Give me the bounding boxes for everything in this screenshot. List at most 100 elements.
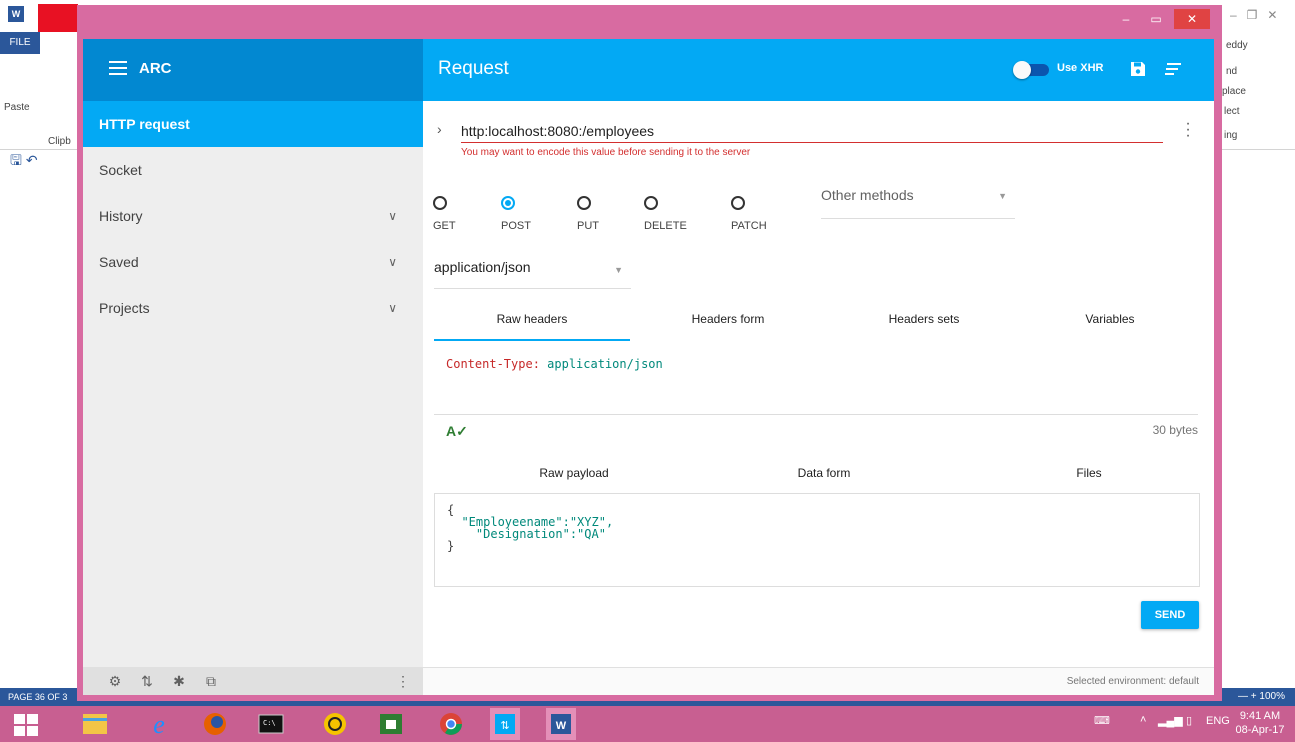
send-button[interactable]: SEND xyxy=(1141,601,1199,629)
close-button[interactable]: ✕ xyxy=(1174,9,1210,29)
word-file-tab[interactable]: FILE xyxy=(0,32,40,54)
chevron-right-icon[interactable]: › xyxy=(437,121,442,137)
tab-variables[interactable]: Variables xyxy=(1022,301,1198,341)
word-logo-icon[interactable]: W xyxy=(8,6,24,22)
arc-window: – ▭ ✕ ARC Request Use XHR HTTP request S… xyxy=(77,5,1222,701)
drawer-item-socket[interactable]: Socket xyxy=(83,147,423,193)
request-panel: › ··· You may want to encode this value … xyxy=(423,101,1214,695)
spellcheck-icon[interactable]: A✓ xyxy=(446,423,468,440)
ribbon-find[interactable]: nd xyxy=(1226,66,1237,77)
page-title: Request xyxy=(438,58,509,79)
drawer-item-saved[interactable]: Saved ∨ xyxy=(83,239,423,285)
store-icon[interactable] xyxy=(372,708,410,740)
paste-label[interactable]: Paste xyxy=(4,102,30,113)
word-red-tab xyxy=(38,4,78,32)
ribbon-replace[interactable]: place xyxy=(1222,86,1246,97)
content-type-value: application/json xyxy=(434,259,531,275)
windows-start-icon[interactable] xyxy=(14,714,38,736)
payload-line: } xyxy=(447,539,455,553)
command-prompt-icon[interactable]: C:\ xyxy=(252,708,290,740)
app-title: ARC xyxy=(139,60,172,77)
drawer-item-projects[interactable]: Projects ∨ xyxy=(83,285,423,331)
bug-icon[interactable]: ✱ xyxy=(171,673,187,689)
drawer-item-label: Saved xyxy=(99,254,139,270)
drawer-toolbar: ARC xyxy=(83,39,423,101)
zoom-value: 100% xyxy=(1259,691,1285,702)
import-export-icon[interactable]: ⇅ xyxy=(139,673,155,689)
raw-payload-editor[interactable]: { "Employeename":"XYZ", "Designation":"Q… xyxy=(434,493,1200,587)
save-icon[interactable] xyxy=(1130,61,1146,77)
chevron-up-icon[interactable]: ˄ xyxy=(1140,714,1146,726)
quick-access-save-icon[interactable]: 🖫 ↶ xyxy=(10,150,38,174)
power-app-icon[interactable] xyxy=(316,708,354,740)
tab-raw-payload[interactable]: Raw payload xyxy=(434,455,714,495)
tab-files[interactable]: Files xyxy=(964,455,1214,495)
method-post-radio[interactable]: POST xyxy=(501,193,531,232)
chevron-down-icon[interactable]: ∨ xyxy=(388,239,397,285)
word-icon[interactable]: W xyxy=(542,708,580,740)
drawer-item-label: HTTP request xyxy=(99,116,190,132)
header-tabs: Raw headers Headers form Headers sets Va… xyxy=(434,301,1198,341)
drawer-item-history[interactable]: History ∨ xyxy=(83,193,423,239)
sort-icon[interactable] xyxy=(1165,63,1181,75)
tab-data-form[interactable]: Data form xyxy=(684,455,964,495)
arc-app-icon[interactable]: ⇅ xyxy=(486,708,524,740)
tab-headers-sets[interactable]: Headers sets xyxy=(826,301,1022,341)
payload-tools: A✓ 30 bytes xyxy=(434,417,1198,447)
url-warning: You may want to encode this value before… xyxy=(461,147,751,158)
radio-checked-icon xyxy=(501,196,515,211)
drawer-item-http-request[interactable]: HTTP request xyxy=(83,101,423,147)
radio-icon xyxy=(731,196,745,211)
arc-titlebar[interactable]: – ▭ ✕ xyxy=(77,5,1222,39)
clock[interactable]: 9:41 AM 08-Apr-17 xyxy=(1232,709,1288,737)
tab-raw-headers[interactable]: Raw headers xyxy=(434,301,630,341)
open-in-new-icon[interactable]: ⧉ xyxy=(203,673,219,689)
network-icon[interactable]: ▂▄▆ xyxy=(1158,714,1183,727)
use-xhr-toggle[interactable] xyxy=(1013,61,1049,79)
menu-icon[interactable] xyxy=(109,61,127,75)
tab-headers-form[interactable]: Headers form xyxy=(630,301,826,341)
minimize-button[interactable]: – xyxy=(1114,9,1138,29)
content-type-dropdown[interactable]: application/json ▼ xyxy=(434,259,631,289)
drawer-item-label: History xyxy=(99,208,143,224)
internet-explorer-icon[interactable]: e xyxy=(140,708,178,740)
method-put-radio[interactable]: PUT xyxy=(577,193,599,232)
ribbon-select[interactable]: lect xyxy=(1224,106,1240,117)
url-row: › ··· xyxy=(423,115,1214,145)
arc-app: ARC Request Use XHR HTTP request Socket … xyxy=(83,39,1214,695)
settings-gear-icon[interactable]: ⚙ xyxy=(107,673,123,689)
method-get-radio[interactable]: GET xyxy=(433,193,456,232)
navigation-drawer: HTTP request Socket History ∨ Saved ∨ Pr… xyxy=(83,101,423,667)
other-methods-dropdown[interactable]: Other methods ▼ xyxy=(821,187,1015,219)
language-indicator[interactable]: ENG xyxy=(1206,715,1230,727)
chevron-down-icon[interactable]: ∨ xyxy=(388,193,397,239)
battery-icon[interactable]: ▯ xyxy=(1186,714,1192,727)
file-explorer-icon[interactable] xyxy=(76,708,114,740)
url-input[interactable] xyxy=(461,119,1163,143)
taskbar: e C:\ ⇅ W ⌨ ˄ ▂▄▆ ▯ ENG 9:41 AM 08-Apr-1… xyxy=(0,706,1295,742)
word-user-name[interactable]: eddy xyxy=(1226,40,1248,51)
zoom-level[interactable]: — + 100% xyxy=(1222,688,1295,706)
chevron-down-icon[interactable]: ∨ xyxy=(388,285,397,331)
drawer-footer: ⚙ ⇅ ✱ ⧉ ⋮ xyxy=(83,667,423,695)
radio-icon xyxy=(644,196,658,211)
method-label: POST xyxy=(501,220,531,232)
word-window-controls[interactable]: –❐✕ xyxy=(1230,8,1288,22)
payload-line: "Designation":"QA" xyxy=(447,527,606,541)
maximize-button[interactable]: ▭ xyxy=(1144,9,1168,29)
use-xhr-label: Use XHR xyxy=(1057,62,1104,74)
chrome-icon[interactable] xyxy=(432,708,470,740)
firefox-icon[interactable] xyxy=(196,708,234,740)
raw-headers-editor[interactable]: Content-Type: application/json xyxy=(434,349,1198,415)
more-vertical-icon[interactable]: · · · xyxy=(1181,116,1195,144)
keyboard-icon[interactable]: ⌨ xyxy=(1094,714,1110,727)
more-vertical-icon[interactable]: ⋮ xyxy=(395,673,411,689)
method-patch-radio[interactable]: PATCH xyxy=(731,193,767,232)
payload-size: 30 bytes xyxy=(1152,423,1198,437)
environment-label[interactable]: Selected environment: default xyxy=(1067,676,1199,687)
main-toolbar: Request Use XHR xyxy=(423,39,1214,101)
page-status[interactable]: PAGE 36 OF 3 xyxy=(0,688,78,706)
radio-icon xyxy=(577,196,591,211)
method-delete-radio[interactable]: DELETE xyxy=(644,193,687,232)
svg-text:W: W xyxy=(556,720,567,732)
